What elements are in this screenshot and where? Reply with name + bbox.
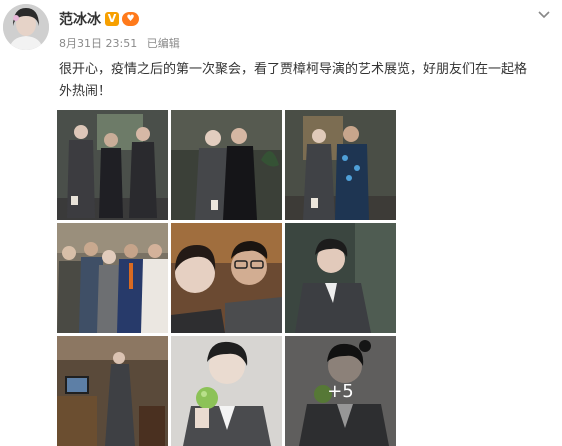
author-avatar[interactable] <box>3 4 49 50</box>
portrait-photo-image <box>57 336 168 446</box>
chevron-down-icon[interactable] <box>536 7 552 23</box>
group-photo-image <box>285 110 396 220</box>
portrait-photo-image <box>285 223 396 333</box>
photo-6[interactable] <box>285 223 396 333</box>
group-photo-image <box>171 110 282 220</box>
author-name[interactable]: 范冰冰 <box>59 9 101 29</box>
fan-badge-icon: ♥ <box>122 12 139 26</box>
photo-4[interactable] <box>57 223 168 333</box>
group-photo-image <box>57 110 168 220</box>
photo-5[interactable] <box>171 223 282 333</box>
portrait-photo-image <box>171 336 282 446</box>
post-time[interactable]: 23:51 <box>106 37 138 50</box>
selfie-photo-image <box>171 223 282 333</box>
photo-3[interactable] <box>285 110 396 220</box>
photo-7[interactable] <box>57 336 168 446</box>
photo-1[interactable] <box>57 110 168 220</box>
photo-2[interactable] <box>171 110 282 220</box>
post-meta: 8月31日 23:51 已编辑 <box>59 35 180 51</box>
group-photo-image <box>57 223 168 333</box>
photo-grid: +5 <box>57 110 397 446</box>
verified-badge-icon: V <box>105 12 119 26</box>
post-date[interactable]: 8月31日 <box>59 37 102 50</box>
edited-label[interactable]: 已编辑 <box>147 37 180 50</box>
more-photos-count: +5 <box>327 380 354 402</box>
avatar-portrait-icon <box>3 4 49 50</box>
photo-9[interactable]: +5 <box>285 336 396 446</box>
photo-8[interactable] <box>171 336 282 446</box>
post-text: 很开心，疫情之后的第一次聚会，看了贾樟柯导演的艺术展览，好朋友们在一起格外热闹！ <box>59 62 528 99</box>
more-photos-overlay[interactable]: +5 <box>285 336 396 446</box>
author-name-row: 范冰冰 V ♥ <box>59 9 139 29</box>
